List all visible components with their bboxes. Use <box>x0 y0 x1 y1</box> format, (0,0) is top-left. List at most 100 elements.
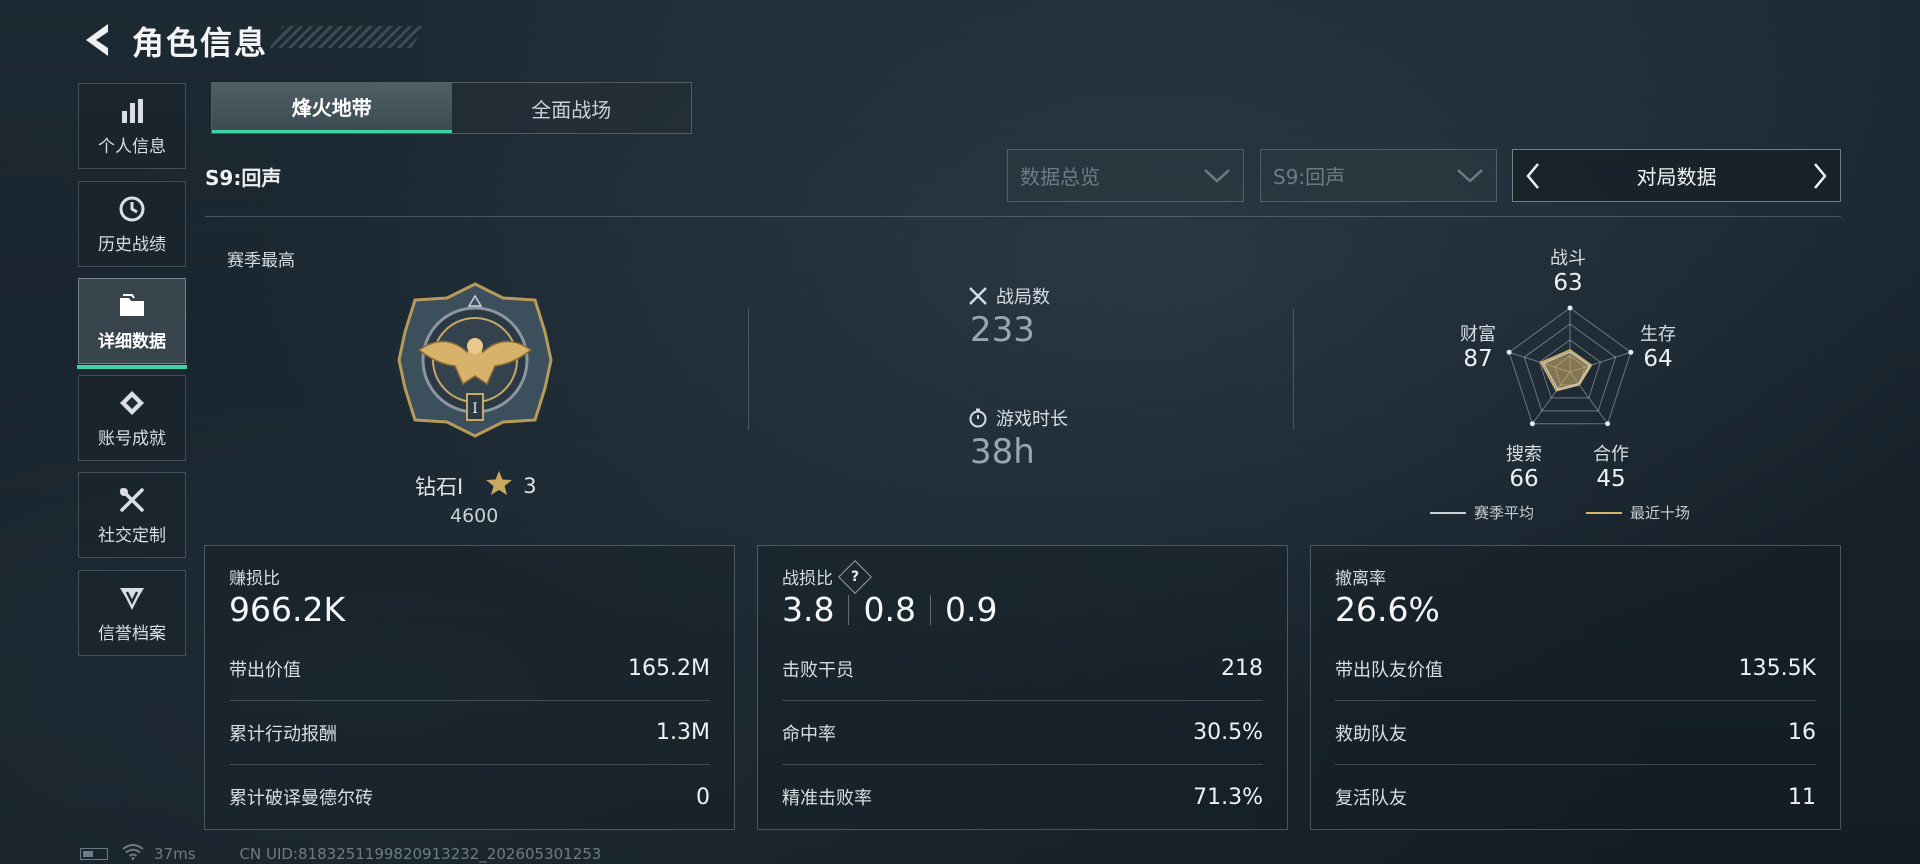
sidebar-item-social[interactable]: 社交定制 <box>78 472 186 558</box>
shield-emblem-icon <box>117 583 147 613</box>
achievement-icon <box>117 388 147 418</box>
panel-main-value: 26.6% <box>1335 590 1440 629</box>
stat-row-label: 救助队友 <box>1335 723 1407 745</box>
kd-value-3: 0.9 <box>944 590 998 629</box>
panel-title: 赚损比 <box>229 569 280 589</box>
radar-label-wealth: 财富 <box>1460 324 1496 345</box>
mode-tabs: 烽火地带 全面战场 <box>211 82 692 134</box>
divider <box>1293 308 1294 430</box>
sidebar-item-label: 社交定制 <box>98 525 166 546</box>
rank-badge-emblem: I <box>395 280 555 440</box>
sidebar-item-detailed-data[interactable]: 详细数据 <box>77 278 187 369</box>
back-button[interactable] <box>78 18 114 62</box>
radar-value-combat: 63 <box>1553 270 1583 296</box>
help-icon[interactable]: ? <box>838 559 872 594</box>
stat-row-value: 135.5K <box>1738 656 1816 681</box>
radar-value-wealth: 87 <box>1463 346 1493 372</box>
rank-name: 钻石Ⅰ <box>415 474 464 499</box>
chevron-right-icon <box>1814 162 1827 189</box>
rank-points: 4600 <box>450 505 499 527</box>
tab-full-battlefield[interactable]: 全面战场 <box>452 83 692 133</box>
tools-icon <box>117 485 147 515</box>
svg-text:I: I <box>472 401 478 417</box>
sidebar-item-history[interactable]: 历史战绩 <box>78 181 186 267</box>
active-indicator <box>77 365 187 369</box>
sidebar-item-label: 历史战绩 <box>98 234 166 255</box>
panel-title: 撤离率 <box>1335 569 1386 589</box>
stat-row: 精准击败率 71.3% <box>782 765 1263 829</box>
radar-axis-dot <box>1529 421 1535 427</box>
stat-row-label: 精准击败率 <box>782 788 872 809</box>
stat-row-value: 16 <box>1788 720 1816 745</box>
folder-icon <box>117 291 147 321</box>
stat-row-label: 累计行动报酬 <box>229 723 337 745</box>
radar-value-search: 66 <box>1509 466 1539 492</box>
stat-row: 累计破译曼德尔砖 0 <box>229 765 710 829</box>
stopwatch-icon <box>968 408 988 428</box>
sidebar-item-label: 详细数据 <box>98 331 166 352</box>
stat-row: 复活队友 11 <box>1335 765 1816 829</box>
stat-row: 击败干员 218 <box>782 637 1263 701</box>
category-dropdown[interactable]: 数据总览 <box>1007 149 1244 202</box>
value-separator <box>848 594 850 625</box>
chevron-down-icon <box>1204 168 1230 183</box>
ping-value: 37ms <box>154 845 196 863</box>
stat-row: 带出价值 165.2M <box>229 637 710 701</box>
star-icon <box>485 470 513 501</box>
stat-row-value: 30.5% <box>1193 720 1263 745</box>
tab-warzone[interactable]: 烽火地带 <box>212 83 452 133</box>
stat-row: 累计行动报酬 1.3M <box>229 701 710 765</box>
kd-value-1: 3.8 <box>782 590 835 629</box>
chevron-down-icon <box>1457 168 1483 183</box>
clock-icon <box>117 194 147 224</box>
season-best-label: 赛季最高 <box>227 251 295 271</box>
title-decoration <box>270 26 424 48</box>
radar-legend: 赛季平均 最近十场 <box>1430 502 1690 523</box>
sidebar-item-label: 信誉档案 <box>98 623 166 644</box>
uid-text: CN UID:8183251199820913232_202605301253 <box>239 845 602 863</box>
season-label: S9:回声 <box>205 166 282 190</box>
stat-row-label: 累计破译曼德尔砖 <box>229 788 373 809</box>
prev-view-button[interactable] <box>1513 149 1553 202</box>
stat-row: 带出队友价值 135.5K <box>1335 637 1816 701</box>
data-view-label: 对局数据 <box>1636 165 1717 189</box>
divider <box>205 216 1841 217</box>
stat-row-value: 218 <box>1221 656 1263 681</box>
stat-row-value: 71.3% <box>1193 784 1263 810</box>
wifi-icon <box>122 844 144 864</box>
next-view-button[interactable] <box>1800 149 1840 202</box>
radar-axis-dot <box>1605 421 1611 427</box>
page-title: 角色信息 <box>132 24 269 62</box>
radar-axis-dot <box>1567 305 1573 311</box>
divider <box>748 308 749 430</box>
sidebar-item-achievements[interactable]: 账号成就 <box>78 375 186 461</box>
stat-row: 救助队友 16 <box>1335 701 1816 765</box>
stat-row-value: 11 <box>1788 784 1816 810</box>
sidebar-item-reputation[interactable]: 信誉档案 <box>78 570 186 656</box>
playtime-value: 38h <box>970 432 1035 472</box>
panel-title-row: 战损比 ? <box>782 559 872 594</box>
stat-row-value: 165.2M <box>628 656 710 681</box>
stat-row-label: 命中率 <box>782 723 836 745</box>
rank-info: 钻石Ⅰ 3 <box>415 470 537 501</box>
category-dropdown-value: 数据总览 <box>1020 165 1100 189</box>
bar-chart-icon <box>117 96 147 126</box>
sidebar-item-personal-info[interactable]: 个人信息 <box>78 83 186 169</box>
season-dropdown[interactable]: S9:回声 <box>1260 149 1497 202</box>
stat-row-label: 击败干员 <box>782 659 854 681</box>
extraction-panel: 撤离率 26.6% 带出队友价值 135.5K 救助队友 16 复活队友 11 <box>1310 545 1841 830</box>
stat-row-label: 带出队友价值 <box>1335 659 1443 681</box>
season-dropdown-value: S9:回声 <box>1273 165 1346 189</box>
crossed-swords-icon <box>968 286 988 306</box>
panel-title: 战损比 <box>782 569 833 589</box>
kd-panel: 战损比 ? 3.8 0.8 0.9 击败干员 218 命中率 30.5% 精准击… <box>757 545 1288 830</box>
value-separator <box>929 594 931 625</box>
battery-icon <box>80 848 108 860</box>
radar-axis-dot <box>1506 349 1512 355</box>
status-bar: 37ms CN UID:8183251199820913232_20260530… <box>80 844 601 864</box>
legend-recent-ten-swatch <box>1586 511 1623 514</box>
back-arrow-icon <box>86 24 108 56</box>
stat-row-label: 带出价值 <box>229 659 301 681</box>
playtime-label-text: 游戏时长 <box>996 409 1068 430</box>
legend-season-average: 赛季平均 <box>1474 504 1535 522</box>
